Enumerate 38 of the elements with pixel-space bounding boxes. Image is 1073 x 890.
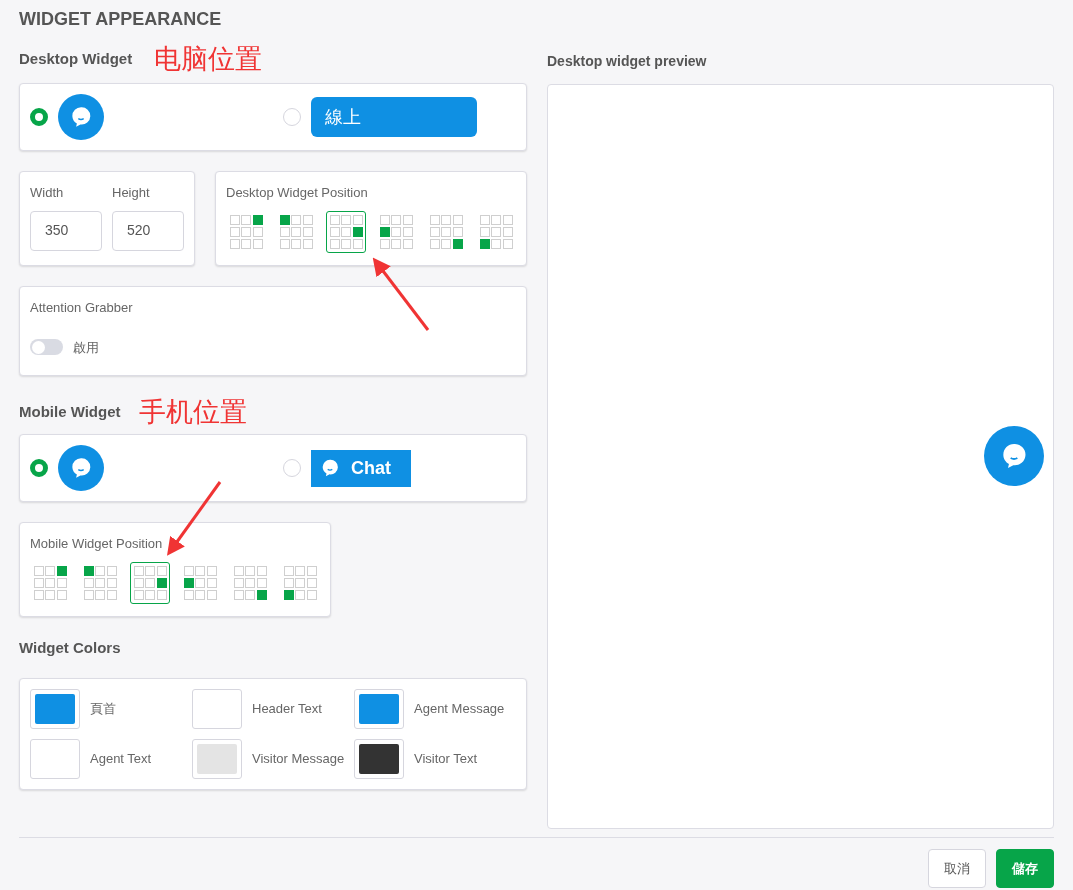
annotation-text: 手机位置 [138,395,247,429]
position-option[interactable] [326,210,366,253]
color-label: Visitor Message [252,749,345,768]
position-option[interactable] [130,561,170,604]
radio-button[interactable] [30,108,48,126]
preview-heading: Desktop widget preview [547,52,708,71]
online-bar-preview: 線上 [311,97,477,137]
color-label: Agent Text [90,749,152,768]
card-title: Attention Grabber [30,299,134,317]
cancel-button[interactable]: 取消 [928,849,986,888]
color-label: 頁首 [90,699,116,718]
color-swatch[interactable] [354,688,404,729]
section-heading: Widget Colors [19,638,122,658]
color-swatch[interactable] [192,738,242,779]
page-title: WIDGET APPEARANCE [19,8,223,30]
color-swatch[interactable] [30,738,80,779]
color-label: Header Text [252,699,322,718]
input-field[interactable]: 520 [112,210,184,251]
toggle-label: 啟用 [73,338,99,357]
card-title: Desktop Widget Position [226,184,369,202]
field-label: Width [30,184,65,202]
chat-bubble-icon [984,426,1044,486]
radio-button[interactable] [30,459,48,477]
section-heading: Mobile Widget [19,401,121,422]
annotation-text: 电脑位置 [154,42,263,76]
color-label: Visitor Text [414,749,478,768]
section-heading: Desktop Widget [19,48,133,69]
field-label: Height [112,184,151,202]
toggle-switch[interactable] [30,339,63,356]
color-swatch[interactable] [30,688,80,729]
color-label: Agent Message [414,699,505,718]
card-title: Mobile Widget Position [30,535,164,553]
chat-bubble-icon [58,445,104,491]
input-field[interactable]: 350 [30,210,102,251]
color-swatch[interactable] [354,738,404,779]
chat-label: Chat [351,456,391,480]
color-swatch[interactable] [192,688,242,729]
chat-bubble-icon [58,94,104,140]
